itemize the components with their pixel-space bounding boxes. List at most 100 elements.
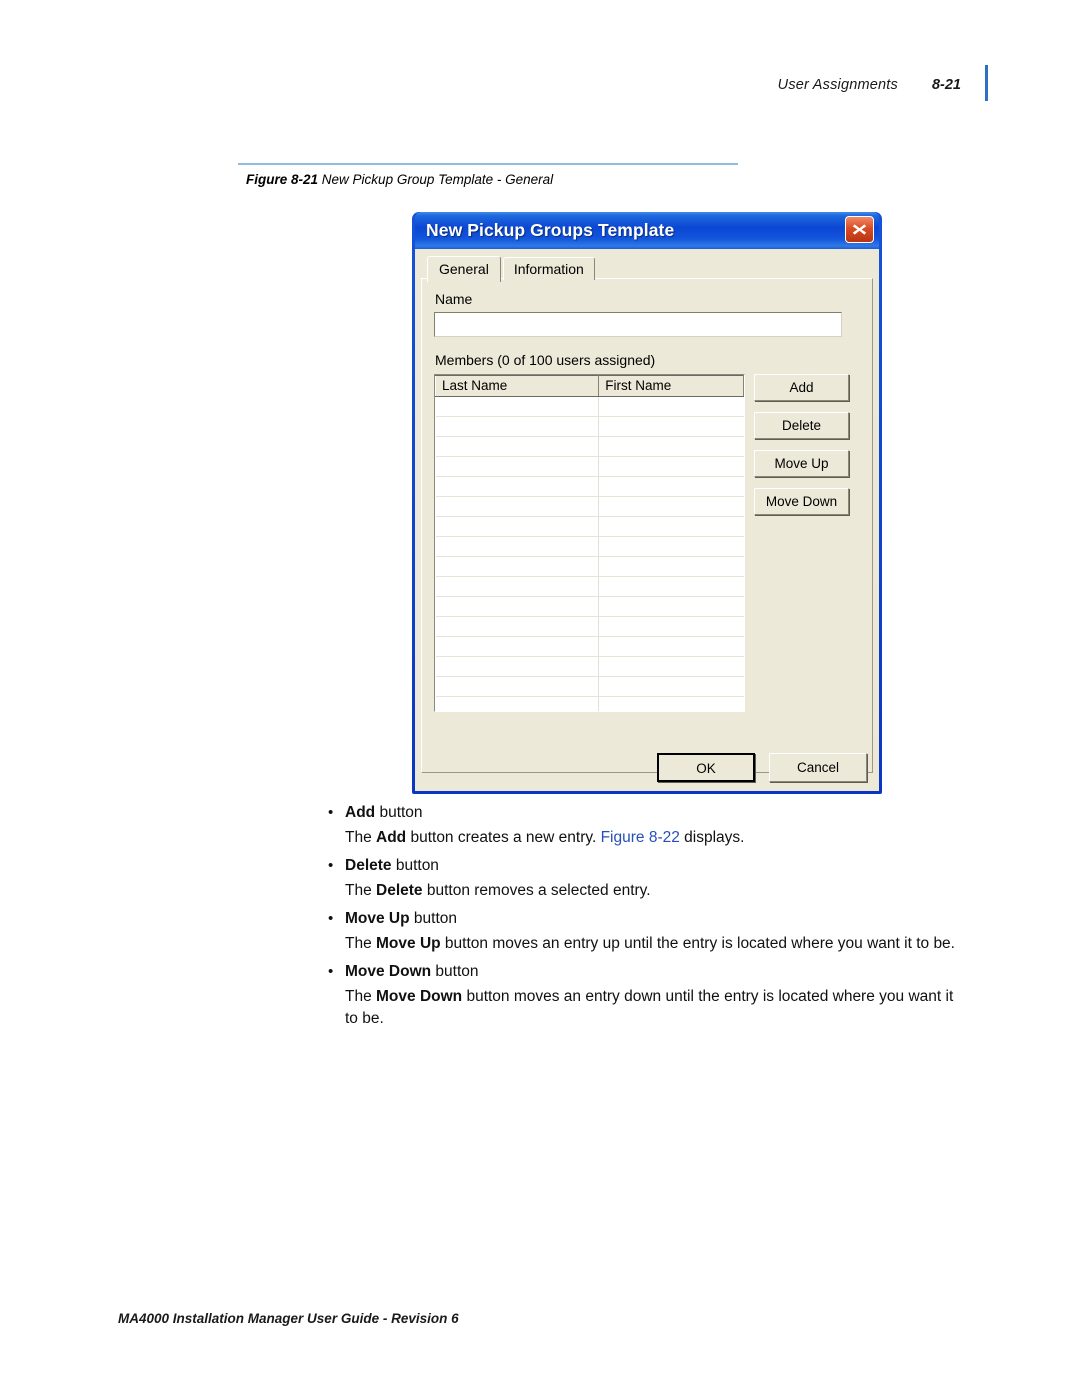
table-row[interactable] [435,556,744,577]
desc-prefix: The [345,882,377,899]
figure-number: Figure 8-21 [246,172,319,187]
desc-prefix: The [345,829,377,846]
dialog-body: General Information Name Members (0 of 1… [415,249,879,791]
tab-general[interactable]: General [427,256,501,282]
cell-first-name[interactable] [598,456,744,477]
column-header-last-name[interactable]: Last Name [435,375,600,397]
cell-first-name[interactable] [598,436,744,457]
cell-first-name[interactable] [598,696,744,711]
list-item-description: The Move Up button moves an entry up unt… [345,933,962,955]
new-pickup-groups-template-dialog: New Pickup Groups Template General Infor… [412,212,882,794]
cell-first-name[interactable] [598,396,744,417]
cell-last-name[interactable] [435,436,600,457]
dialog-titlebar[interactable]: New Pickup Groups Template [415,212,879,249]
name-input[interactable] [434,312,842,337]
table-row[interactable] [435,616,744,637]
figure-caption-text: New Pickup Group Template - General [321,172,554,187]
move-up-button[interactable]: Move Up [754,450,849,477]
add-button[interactable]: Add [754,374,849,401]
table-row[interactable] [435,476,744,497]
header-page-number: 8-21 [931,77,961,93]
cell-first-name[interactable] [598,476,744,497]
cell-last-name[interactable] [435,696,600,711]
bullet-glyph: • [328,804,334,821]
cell-last-name[interactable] [435,396,600,417]
table-row[interactable] [435,496,744,517]
dialog-tabstrip: General Information [427,256,873,282]
cell-last-name[interactable] [435,576,600,597]
desc-term: Move Up [376,935,441,952]
cell-first-name[interactable] [598,576,744,597]
members-grid[interactable]: Last Name First Name [434,374,745,712]
table-row[interactable] [435,656,744,677]
cell-first-name[interactable] [598,636,744,657]
header-section-title: User Assignments [777,77,898,93]
desc-suffix: displays. [679,829,745,846]
desc-middle: button moves an entry up until the entry… [440,935,955,952]
header-accent-bar [985,65,988,101]
table-row[interactable] [435,596,744,617]
table-row[interactable] [435,456,744,477]
page-running-header: User Assignments 8-21 [777,65,988,101]
table-row[interactable] [435,636,744,657]
page-footer: MA4000 Installation Manager User Guide -… [118,1311,459,1326]
cell-first-name[interactable] [598,596,744,617]
cell-first-name[interactable] [598,556,744,577]
list-item-term: Add [345,804,376,821]
list-item-description: The Move Down button moves an entry down… [345,986,962,1030]
desc-middle: button creates a new entry. [406,829,601,846]
desc-term: Delete [376,882,423,899]
cell-first-name[interactable] [598,516,744,537]
figure-8-22-link[interactable]: Figure 8-22 [601,829,680,846]
bullet-glyph: • [328,963,334,980]
cell-last-name[interactable] [435,556,600,577]
desc-prefix: The [345,988,377,1005]
table-row[interactable] [435,436,744,457]
desc-middle: button removes a selected entry. [422,882,651,899]
delete-button[interactable]: Delete [754,412,849,439]
cell-last-name[interactable] [435,456,600,477]
cell-last-name[interactable] [435,676,600,697]
cell-first-name[interactable] [598,676,744,697]
grid-body [435,396,744,711]
table-row[interactable] [435,536,744,557]
cancel-button[interactable]: Cancel [769,753,867,782]
cell-last-name[interactable] [435,416,600,437]
cell-last-name[interactable] [435,516,600,537]
desc-prefix: The [345,935,377,952]
tab-information[interactable]: Information [502,257,595,280]
list-item-suffix: button [375,804,423,821]
table-row[interactable] [435,576,744,597]
dialog-title: New Pickup Groups Template [426,220,675,240]
desc-term: Add [376,829,407,846]
bullet-glyph: • [328,857,334,874]
members-button-column: Add Delete Move Up Move Down [754,374,849,515]
table-row[interactable] [435,696,744,711]
cell-first-name[interactable] [598,656,744,677]
cell-first-name[interactable] [598,616,744,637]
cell-first-name[interactable] [598,496,744,517]
cell-last-name[interactable] [435,496,600,517]
ok-button[interactable]: OK [657,753,755,782]
column-header-first-name[interactable]: First Name [598,375,744,397]
name-label: Name [435,291,473,307]
close-icon[interactable] [845,216,874,243]
cell-last-name[interactable] [435,596,600,617]
document-body: • Add button The Add button creates a ne… [322,802,962,1036]
cell-last-name[interactable] [435,476,600,497]
cell-last-name[interactable] [435,536,600,557]
table-row[interactable] [435,676,744,697]
move-down-button[interactable]: Move Down [754,488,849,515]
bullet-glyph: • [328,910,334,927]
cell-first-name[interactable] [598,536,744,557]
cell-last-name[interactable] [435,636,600,657]
table-row[interactable] [435,396,744,417]
table-row[interactable] [435,516,744,537]
list-item: • Delete button [322,855,962,877]
table-row[interactable] [435,416,744,437]
cell-first-name[interactable] [598,416,744,437]
cell-last-name[interactable] [435,656,600,677]
list-item: • Move Down button [322,961,962,983]
list-item-suffix: button [409,910,457,927]
cell-last-name[interactable] [435,616,600,637]
